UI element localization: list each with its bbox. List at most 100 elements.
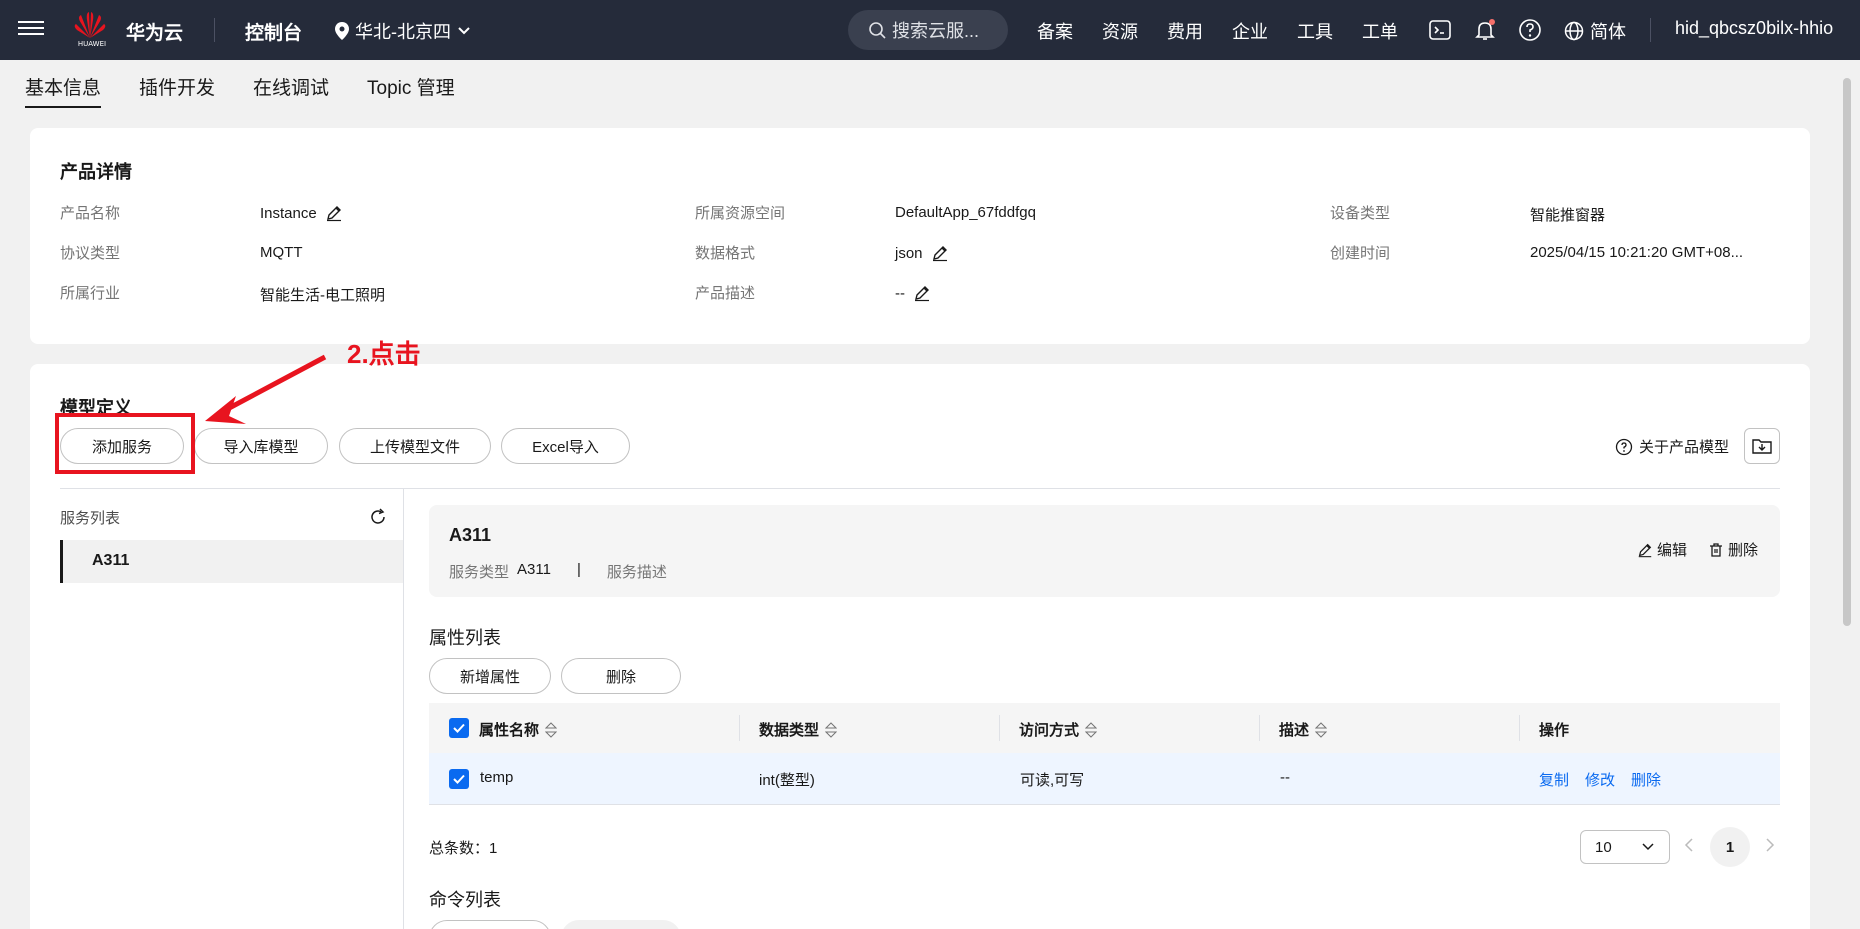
upload-model-file-button[interactable]: 上传模型文件 (339, 428, 491, 464)
cell-access: 可读,可写 (1020, 772, 1085, 789)
product-name-text: Instance (260, 204, 317, 222)
column-divider (739, 715, 740, 741)
highlight-box (55, 413, 195, 474)
cell-description: -- (1280, 769, 1290, 786)
cloud-shell-icon[interactable] (1428, 18, 1452, 42)
table-row[interactable]: temp int(整型) 可读,可写 -- 复制 修改 删除 (429, 753, 1780, 805)
current-page-button[interactable]: 1 (1710, 827, 1750, 867)
search-input[interactable]: 搜索云服... (848, 10, 1008, 50)
service-detail-card: A311 服务类型 A311 | 服务描述 编辑 删除 (429, 505, 1780, 597)
edit-pencil-icon[interactable] (931, 244, 949, 262)
tab-plugin-dev[interactable]: 插件开发 (139, 60, 215, 108)
chevron-down-icon (1642, 843, 1654, 851)
search-icon (869, 22, 886, 39)
nav-tools[interactable]: 工具 (1297, 18, 1362, 44)
protocol-value: MQTT (260, 244, 303, 261)
cell-actions: 复制 修改 删除 (1539, 769, 1661, 790)
tab-basic-info[interactable]: 基本信息 (25, 60, 102, 108)
service-meta: 服务类型 A311 | 服务描述 (449, 561, 667, 582)
menu-icon[interactable] (18, 17, 44, 43)
folder-export-icon (1752, 439, 1772, 454)
total-count: 总条数：1 (429, 840, 498, 857)
page-scrollbar[interactable] (1843, 78, 1851, 626)
service-list-item[interactable]: A311 (60, 540, 403, 583)
logo-text: HUAWEI (77, 40, 107, 48)
refresh-icon[interactable] (368, 507, 388, 527)
service-type-value: A311 (517, 561, 551, 578)
column-header-access[interactable]: 访问方式 (1019, 719, 1098, 740)
product-name-value: Instance (260, 204, 343, 222)
globe-icon (1564, 21, 1584, 41)
copy-link[interactable]: 复制 (1539, 769, 1569, 790)
huawei-logo[interactable]: HUAWEI (72, 10, 108, 50)
next-page-icon[interactable] (1765, 837, 1775, 858)
language-label: 简体 (1590, 22, 1626, 42)
tab-online-debug[interactable]: 在线调试 (253, 60, 329, 108)
table-header: 属性名称 数据类型 访问方式 描述 操作 (429, 703, 1780, 753)
select-all-checkbox[interactable] (449, 718, 469, 738)
divider (1650, 18, 1651, 42)
page-size-select[interactable]: 10 (1580, 830, 1670, 864)
device-type-label: 设备类型 (1330, 205, 1391, 222)
language-selector[interactable]: 简体 (1564, 18, 1626, 44)
page-tabs: 基本信息 插件开发 在线调试 Topic 管理 (0, 60, 1840, 110)
nav-billing[interactable]: 费用 (1167, 18, 1232, 44)
delete-label: 删除 (1728, 542, 1759, 559)
nav-resources[interactable]: 资源 (1102, 18, 1167, 44)
delete-link[interactable]: 删除 (1631, 769, 1661, 790)
device-type-value: 智能推窗器 (1530, 207, 1606, 224)
column-header-desc[interactable]: 描述 (1279, 719, 1328, 740)
delete-service-button[interactable]: 删除 (1708, 539, 1758, 560)
command-list-heading: 命令列表 (429, 890, 501, 910)
column-header-actions: 操作 (1539, 722, 1570, 739)
trash-icon (1710, 542, 1722, 557)
import-library-model-button[interactable]: 导入库模型 (194, 428, 328, 464)
delete-command-button-partial[interactable] (561, 920, 681, 929)
nav-beian[interactable]: 备案 (1037, 18, 1102, 44)
prev-page-icon[interactable] (1684, 837, 1694, 858)
user-account[interactable]: hid_qbcsz0bilx-hhio (1675, 18, 1833, 39)
tab-topic-management[interactable]: Topic 管理 (367, 60, 455, 108)
annotation-label: 2.点击 (347, 339, 421, 369)
about-product-model-link[interactable]: 关于产品模型 (1615, 436, 1729, 457)
column-header-type[interactable]: 数据类型 (759, 719, 838, 740)
product-desc-label: 产品描述 (695, 285, 756, 302)
help-icon (1615, 438, 1633, 455)
created-time-value: 2025/04/15 10:21:20 GMT+08... (1530, 244, 1744, 261)
sort-icon (825, 721, 838, 738)
product-desc-value: -- (895, 284, 931, 302)
add-attribute-button[interactable]: 新增属性 (429, 658, 551, 694)
delete-attribute-button[interactable]: 删除 (561, 658, 681, 694)
brand-name[interactable]: 华为云 (126, 18, 183, 45)
sort-icon (545, 721, 558, 738)
edit-pencil-icon (1638, 543, 1652, 557)
edit-service-button[interactable]: 编辑 (1637, 539, 1687, 560)
column-divider (1259, 715, 1260, 741)
location-pin-icon (335, 22, 349, 40)
meta-separator: | (576, 561, 581, 578)
divider (214, 18, 215, 42)
product-name-label: 产品名称 (60, 205, 121, 222)
export-model-button[interactable] (1744, 428, 1780, 464)
edit-pencil-icon[interactable] (325, 204, 343, 222)
add-command-button-partial[interactable] (429, 920, 551, 929)
column-header-name[interactable]: 属性名称 (479, 719, 558, 740)
notification-bell-icon[interactable] (1473, 18, 1497, 42)
help-icon[interactable] (1518, 18, 1542, 42)
modify-link[interactable]: 修改 (1585, 769, 1615, 790)
industry-label: 所属行业 (60, 285, 121, 302)
product-details-card: 产品详情 产品名称 Instance 所属资源空间 DefaultApp_67f… (30, 128, 1810, 344)
excel-import-button[interactable]: Excel导入 (501, 428, 630, 464)
sort-icon (1315, 721, 1328, 738)
nav-tickets[interactable]: 工单 (1362, 18, 1427, 44)
edit-pencil-icon[interactable] (913, 284, 931, 302)
service-list-label: 服务列表 (60, 510, 121, 527)
edit-label: 编辑 (1657, 542, 1688, 559)
protocol-label: 协议类型 (60, 245, 121, 262)
nav-enterprise[interactable]: 企业 (1232, 18, 1297, 44)
row-checkbox[interactable] (449, 769, 469, 789)
region-selector[interactable]: 华北-北京四 (335, 18, 471, 44)
column-access-label: 访问方式 (1019, 722, 1080, 739)
data-format-value: json (895, 244, 949, 262)
console-link[interactable]: 控制台 (245, 18, 302, 45)
